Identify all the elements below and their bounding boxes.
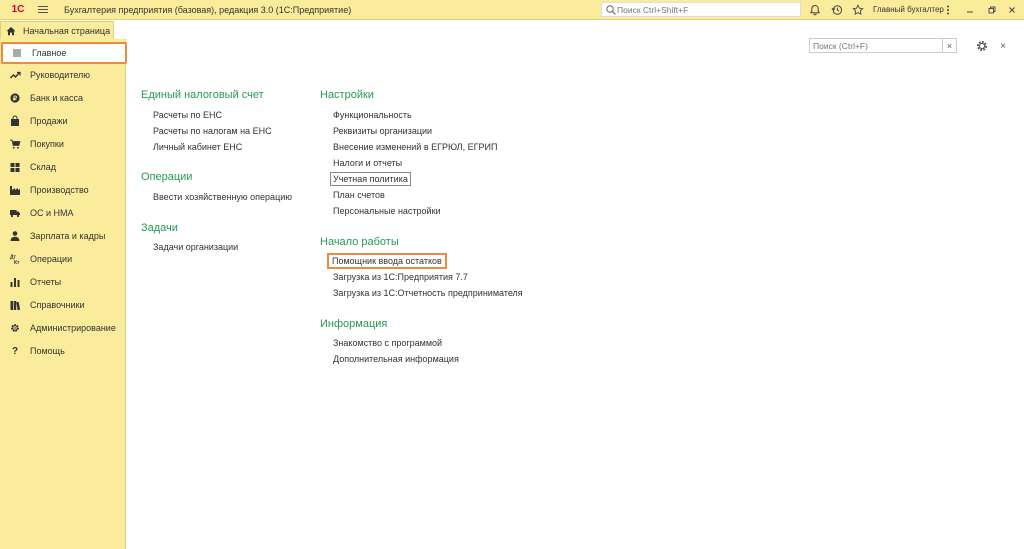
- link-egrul-changes[interactable]: Внесение изменений в ЕГРЮЛ, ЕГРИП: [333, 142, 497, 152]
- app-logo: 1С: [11, 4, 25, 15]
- sidebar-item-director[interactable]: Руководителю: [0, 64, 126, 86]
- sidebar-item-label: Помощь: [30, 346, 65, 356]
- bag-icon: [9, 115, 21, 127]
- tab-strip: [0, 20, 1024, 39]
- sidebar-item-production[interactable]: Производство: [0, 179, 126, 201]
- link-import-1c77[interactable]: Загрузка из 1С:Предприятия 7.7: [333, 272, 468, 282]
- sidebar-item-label: Банк и касса: [30, 93, 83, 103]
- sidebar-item-label: Отчеты: [30, 277, 62, 287]
- link-org-tasks[interactable]: Задачи организации: [153, 242, 238, 252]
- sidebar-item-main[interactable]: Главное: [1, 42, 127, 64]
- clear-search-button[interactable]: ×: [942, 39, 956, 52]
- sidebar-item-assets[interactable]: ОС и НМА: [0, 202, 126, 224]
- main-menu-button[interactable]: [36, 3, 50, 17]
- menu-icon: [11, 47, 23, 59]
- sidebar-item-salary[interactable]: Зарплата и кадры: [0, 225, 126, 247]
- link-accounting-policy[interactable]: Учетная политика: [330, 172, 411, 186]
- sidebar-item-label: Зарплата и кадры: [30, 231, 106, 241]
- sidebar-item-admin[interactable]: Администрирование: [0, 317, 126, 339]
- sidebar-item-bank[interactable]: ₽ Банк и касса: [0, 87, 126, 109]
- star-icon[interactable]: [851, 3, 865, 17]
- sidebar-item-label: Склад: [30, 162, 57, 172]
- kebab-menu-icon[interactable]: [941, 3, 955, 17]
- section-title-ens: Единый налоговый счет: [141, 89, 264, 101]
- svg-text:Кт: Кт: [14, 260, 20, 265]
- global-search[interactable]: [601, 2, 801, 17]
- link-additional-info[interactable]: Дополнительная информация: [333, 354, 459, 364]
- settings-gear-icon[interactable]: [975, 39, 989, 53]
- bar-chart-icon: [9, 276, 21, 288]
- section-title-info: Информация: [320, 318, 388, 330]
- sidebar-item-label: Главное: [32, 48, 67, 58]
- question-icon: ?: [11, 345, 19, 357]
- sidebar-item-label: Покупки: [30, 139, 64, 149]
- person-icon: [9, 230, 21, 242]
- global-search-input[interactable]: [617, 3, 797, 16]
- section-title-getting-started: Начало работы: [320, 236, 399, 248]
- link-org-details[interactable]: Реквизиты организации: [333, 126, 432, 136]
- link-taxes-reports[interactable]: Налоги и отчеты: [333, 158, 402, 168]
- warehouse-icon: [9, 161, 21, 173]
- link-personal-settings[interactable]: Персональные настройки: [333, 206, 441, 216]
- content-search-input[interactable]: [813, 40, 946, 51]
- link-ens-settlements[interactable]: Расчеты по ЕНС: [153, 110, 222, 120]
- sidebar-item-warehouse[interactable]: Склад: [0, 156, 126, 178]
- title-bar: 1С Бухгалтерия предприятия (базовая), ре…: [0, 0, 1024, 20]
- tab-home-label: Начальная страница: [23, 25, 111, 36]
- sidebar-item-catalogs[interactable]: Справочники: [0, 294, 126, 316]
- link-import-entrepreneur[interactable]: Загрузка из 1С:Отчетность предпринимател…: [333, 288, 523, 298]
- close-window-icon[interactable]: [1004, 2, 1020, 18]
- history-icon[interactable]: [830, 3, 844, 17]
- link-ens-cabinet[interactable]: Личный кабинет ЕНС: [153, 142, 242, 152]
- sidebar-item-help[interactable]: ? Помощь: [0, 340, 126, 362]
- restore-icon[interactable]: [984, 2, 1000, 18]
- sidebar: Главное Руководителю ₽ Банк и касса Прод…: [0, 39, 127, 549]
- app-title: Бухгалтерия предприятия (базовая), редак…: [64, 4, 352, 15]
- books-icon: [9, 299, 21, 311]
- sidebar-item-label: Руководителю: [30, 70, 91, 80]
- content-search[interactable]: ×: [809, 38, 957, 53]
- section-title-operations: Операции: [141, 171, 193, 183]
- cart-icon: [9, 138, 21, 150]
- tab-home[interactable]: Начальная страница: [0, 21, 114, 39]
- sidebar-item-label: Продажи: [30, 116, 68, 126]
- content-area: × × Единый налоговый счет Расчеты по ЕНС…: [127, 38, 1024, 549]
- minimize-icon[interactable]: [962, 2, 978, 18]
- link-balance-entry-assistant[interactable]: Помощник ввода остатков: [327, 253, 447, 269]
- home-icon: [6, 26, 16, 35]
- link-functionality[interactable]: Функциональность: [333, 110, 412, 120]
- sidebar-item-reports[interactable]: Отчеты: [0, 271, 126, 293]
- link-chart-of-accounts[interactable]: План счетов: [333, 190, 385, 200]
- user-name[interactable]: Главный бухгалтер: [873, 5, 944, 14]
- close-page-button[interactable]: ×: [997, 40, 1009, 52]
- coin-icon: ₽: [9, 92, 21, 104]
- dt-kt-icon: Дт Кт: [9, 253, 21, 266]
- factory-icon: [9, 184, 21, 196]
- section-title-tasks: Задачи: [141, 222, 178, 234]
- sidebar-item-sales[interactable]: Продажи: [0, 110, 126, 132]
- sidebar-item-label: Администрирование: [30, 323, 116, 333]
- link-ens-tax-settlements[interactable]: Расчеты по налогам на ЕНС: [153, 126, 272, 136]
- link-enter-operation[interactable]: Ввести хозяйственную операцию: [153, 192, 292, 202]
- sidebar-item-label: Производство: [30, 185, 89, 195]
- bell-icon[interactable]: [808, 3, 822, 17]
- sidebar-item-label: Справочники: [30, 300, 85, 310]
- truck-icon: [9, 207, 21, 219]
- search-icon: [606, 4, 616, 15]
- section-title-settings: Настройки: [320, 89, 374, 101]
- sidebar-item-label: Операции: [30, 254, 73, 264]
- sidebar-item-purchases[interactable]: Покупки: [0, 133, 126, 155]
- gear-icon: [9, 322, 21, 334]
- link-intro-program[interactable]: Знакомство с программой: [333, 338, 442, 348]
- trend-icon: [9, 69, 21, 81]
- sidebar-item-label: ОС и НМА: [30, 208, 74, 218]
- sidebar-item-operations[interactable]: Дт Кт Операции: [0, 248, 126, 270]
